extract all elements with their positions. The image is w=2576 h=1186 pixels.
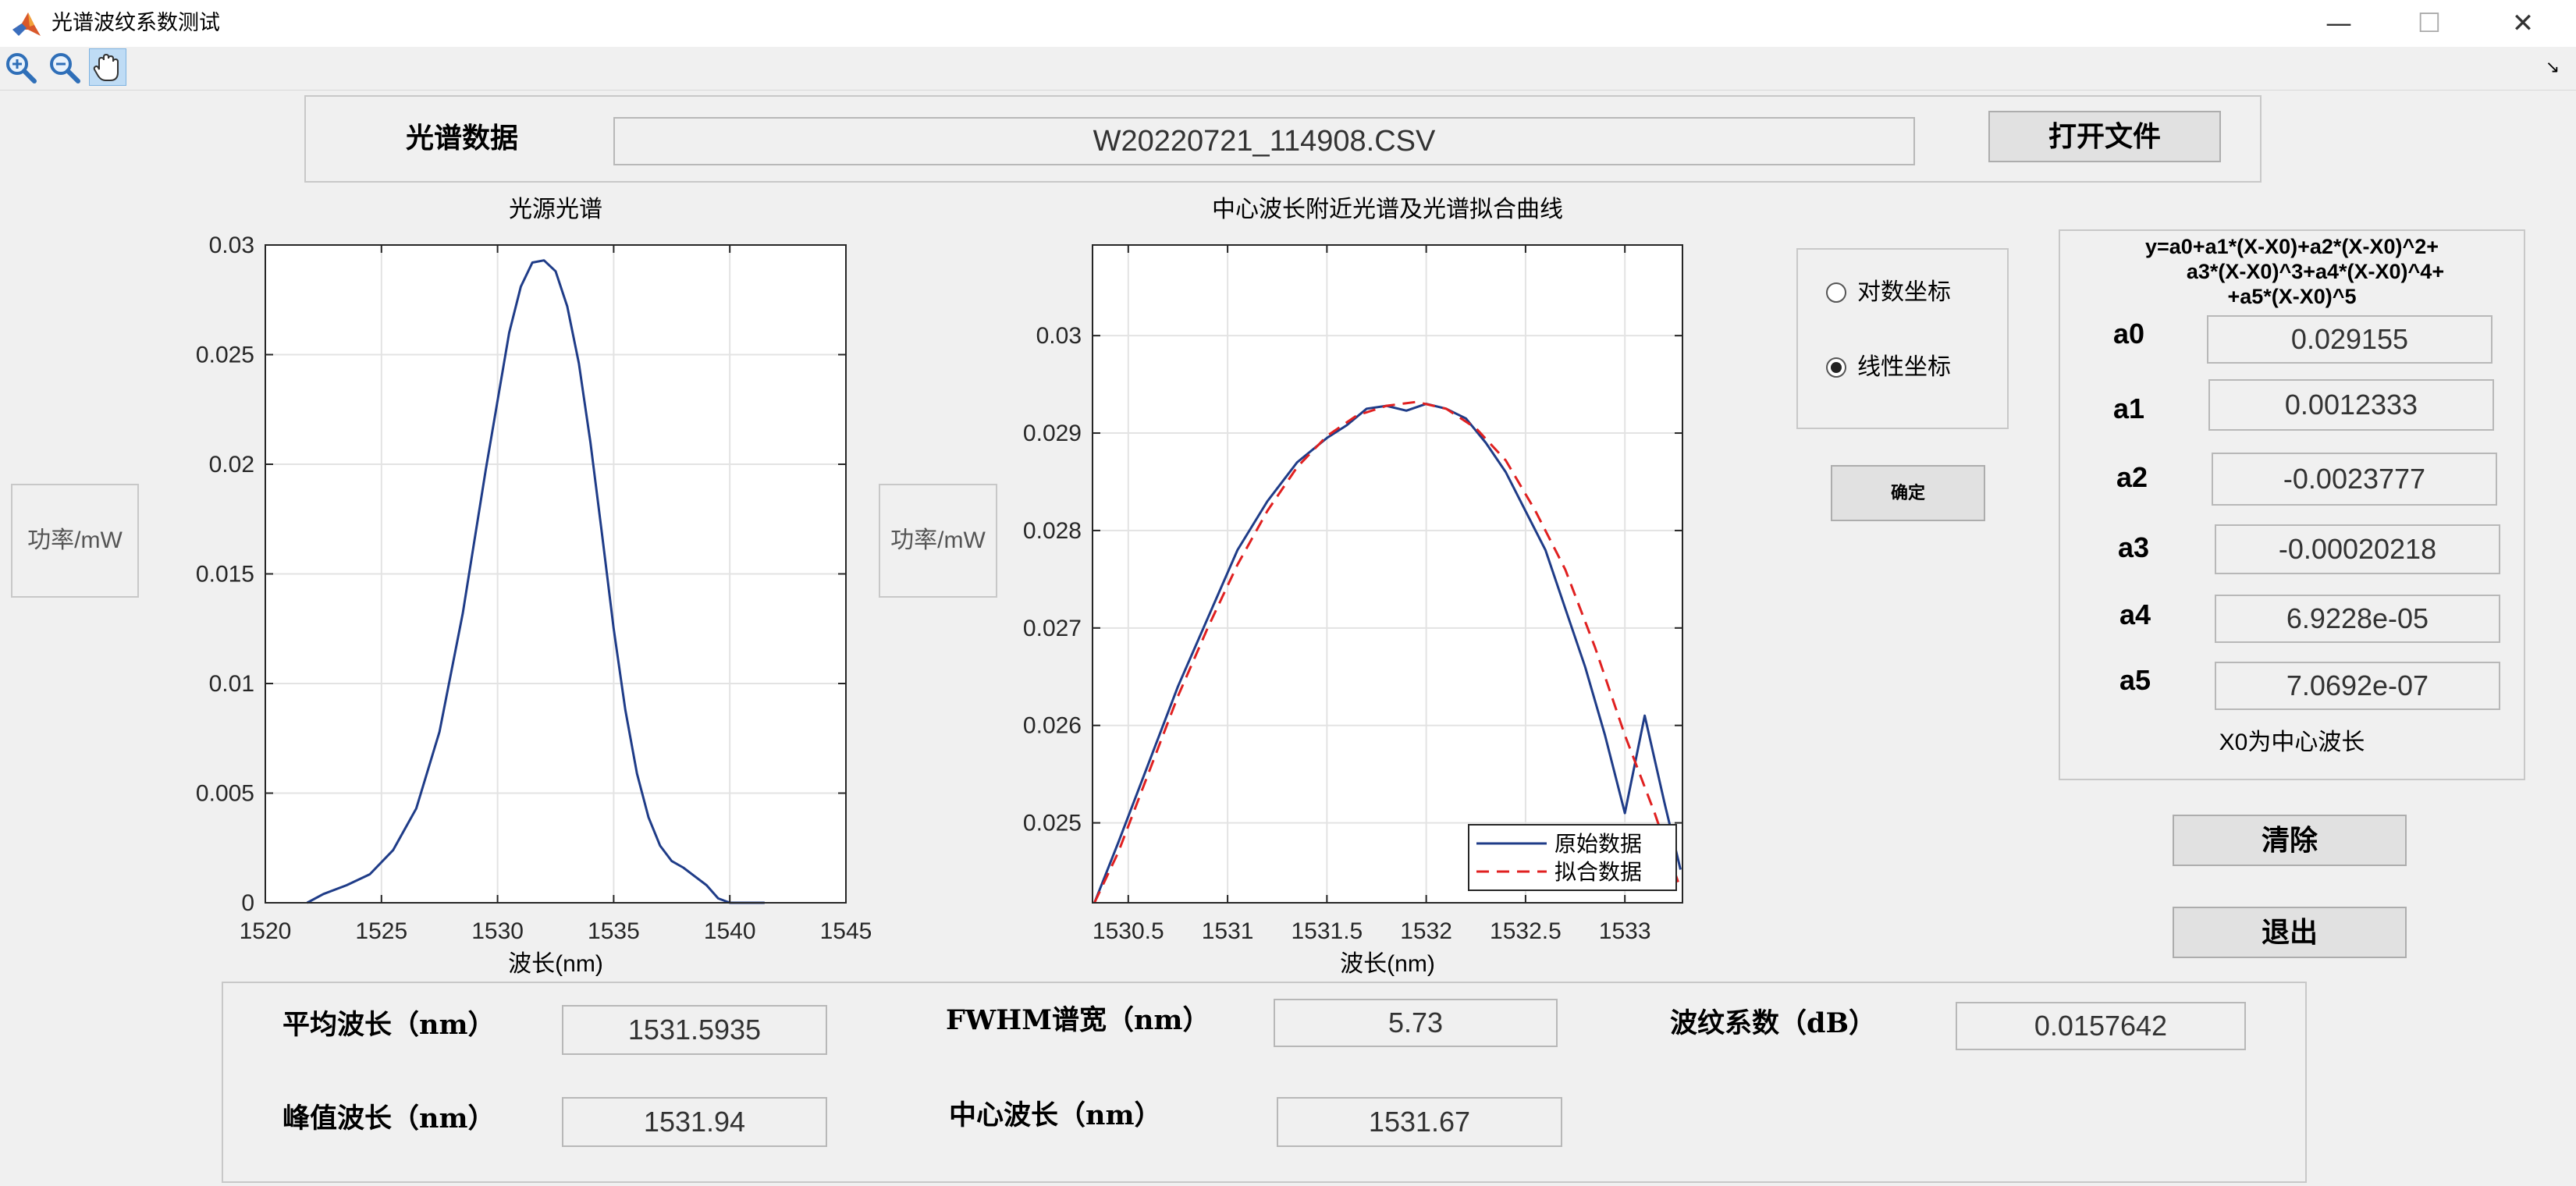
source-spectrum-chart: 1520 1525 1530 1535 1540 1545 0 0.005 0.01 0.015 0… xyxy=(196,197,872,977)
coef-label-a5: a5 xyxy=(2119,664,2151,696)
x-tick-label: 1531 xyxy=(1202,918,1254,944)
fwhm-field[interactable]: 5.73 xyxy=(1274,999,1558,1047)
coef-field-a4[interactable]: 6.9228e-05 xyxy=(2215,595,2500,643)
coef-field-a1[interactable]: 0.0012333 xyxy=(2208,379,2494,431)
plot-area xyxy=(1093,245,1682,903)
log-scale-radio[interactable]: 对数坐标 xyxy=(1825,278,2012,306)
y-tick-label: 0.029 xyxy=(1023,421,1082,446)
mean-wavelength-field[interactable]: 1531.5935 xyxy=(562,1005,827,1055)
legend-label: 原始数据 xyxy=(1554,832,1642,856)
y-tick-label: 0.03 xyxy=(209,233,254,258)
ripple-coefficient-field[interactable]: 0.0157642 xyxy=(1956,1002,2246,1050)
coef-label-a0: a0 xyxy=(2113,318,2145,350)
x-axis-label: 波长(nm) xyxy=(508,951,603,977)
exit-button[interactable]: 退出 xyxy=(2173,907,2407,958)
legend-label: 拟合数据 xyxy=(1554,860,1642,884)
y-tick-label: 0.01 xyxy=(209,671,254,697)
coef-label-a2: a2 xyxy=(2116,461,2148,493)
linear-scale-radio[interactable]: 线性坐标 xyxy=(1825,353,2012,381)
axis-scale-panel xyxy=(1796,248,2009,429)
x-axis-label: 波长(nm) xyxy=(1340,951,1435,977)
x-tick-label: 1535 xyxy=(588,918,640,944)
chart-title: 中心波长附近光谱及光谱拟合曲线 xyxy=(1212,197,1563,222)
coef-label-a4: a4 xyxy=(2119,598,2151,630)
y-tick-label: 0 xyxy=(241,890,254,916)
x-tick-label: 1531.5 xyxy=(1291,918,1363,944)
peak-wavelength-label: 峰值波长（nm） xyxy=(282,1103,496,1135)
chart-title: 光源光谱 xyxy=(509,197,602,222)
linear-scale-label: 线性坐标 xyxy=(1857,353,1951,381)
coef-field-a2[interactable]: -0.0023777 xyxy=(2212,453,2497,506)
coef-label-a3: a3 xyxy=(2118,531,2150,563)
y-tick-label: 0.025 xyxy=(1023,811,1082,836)
coef-field-a5[interactable]: 7.0692e-07 xyxy=(2215,662,2500,710)
coef-field-a0[interactable]: 0.029155 xyxy=(2207,315,2493,364)
y-tick-label: 0.028 xyxy=(1023,518,1082,544)
x-tick-label: 1532.5 xyxy=(1490,918,1562,944)
center-wavelength-field[interactable]: 1531.67 xyxy=(1277,1097,1562,1147)
y-tick-label: 0.005 xyxy=(196,781,254,807)
formula-line-3: +a5*(X-X0)^5 xyxy=(2227,285,2357,308)
confirm-button[interactable]: 确定 xyxy=(1831,465,1985,521)
ripple-coefficient-label: 波纹系数（dB） xyxy=(1670,1007,1877,1039)
peak-wavelength-field[interactable]: 1531.94 xyxy=(562,1097,827,1147)
y-tick-label: 0.02 xyxy=(209,452,254,478)
center-wavelength-label: 中心波长（nm） xyxy=(949,1099,1162,1131)
x-tick-label: 1532 xyxy=(1400,918,1452,944)
y-tick-label: 0.027 xyxy=(1023,616,1082,641)
x-tick-label: 1545 xyxy=(820,918,872,944)
radio-unselected-icon xyxy=(1826,282,1846,303)
formula-line-2: a3*(X-X0)^3+a4*(X-X0)^4+ xyxy=(2186,260,2445,283)
radio-selected-icon xyxy=(1826,357,1846,378)
x-tick-label: 1530 xyxy=(471,918,524,944)
log-scale-label: 对数坐标 xyxy=(1857,279,1951,306)
y-tick-label: 0.026 xyxy=(1023,713,1082,739)
x-tick-label: 1525 xyxy=(355,918,407,944)
x-tick-label: 1533 xyxy=(1599,918,1651,944)
x-tick-label: 1530.5 xyxy=(1093,918,1164,944)
y-tick-label: 0.015 xyxy=(196,562,254,588)
coef-label-a1: a1 xyxy=(2113,392,2145,424)
x-tick-label: 1540 xyxy=(704,918,756,944)
x0-note: X0为中心波长 xyxy=(2219,730,2365,755)
fwhm-label: FWHM谱宽（nm） xyxy=(946,1004,1210,1036)
y-tick-label: 0.025 xyxy=(196,343,254,368)
x-tick-label: 1520 xyxy=(240,918,292,944)
y-tick-label: 0.03 xyxy=(1036,323,1082,349)
mean-wavelength-label: 平均波长（nm） xyxy=(282,1009,496,1041)
coef-field-a3[interactable]: -0.00020218 xyxy=(2215,524,2500,574)
fit-spectrum-chart: 1530.5 1531 1531.5 1532 1532.5 1533 0.025 0.026… xyxy=(1023,197,1683,977)
formula-line-1: y=a0+a1*(X-X0)+a2*(X-X0)^2+ xyxy=(2145,235,2439,258)
clear-button[interactable]: 清除 xyxy=(2173,815,2407,866)
